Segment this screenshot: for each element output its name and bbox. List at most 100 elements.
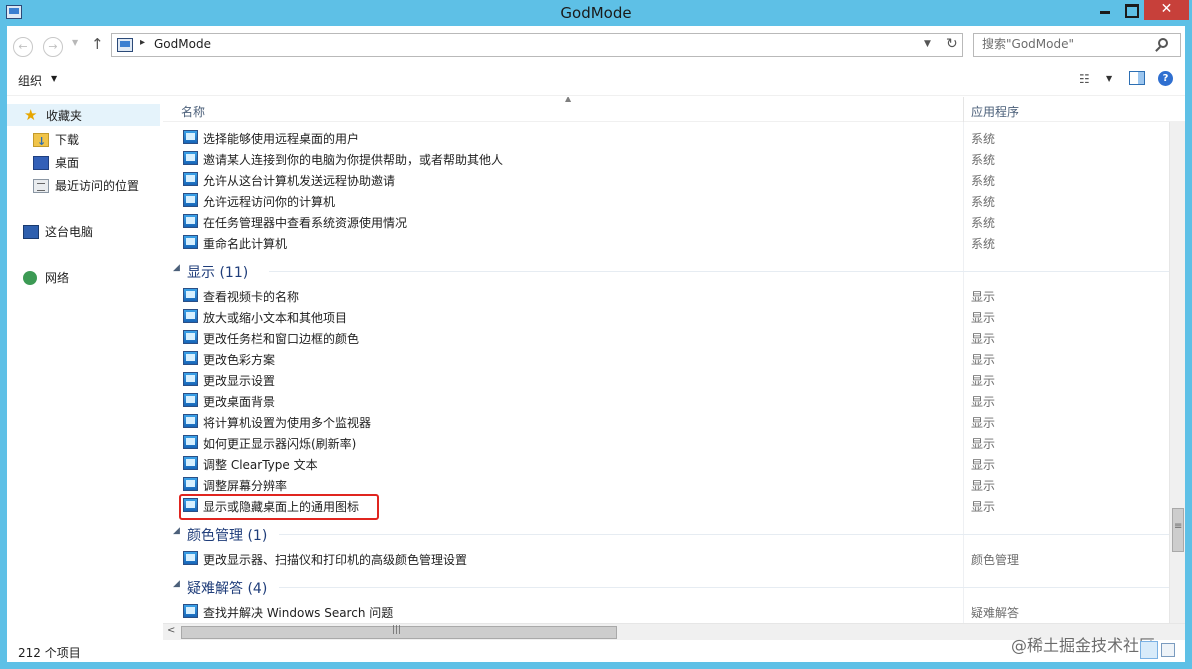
- collapse-group-icon[interactable]: ◢: [173, 263, 180, 273]
- sidebar-item-label: 收藏夹: [46, 109, 83, 123]
- large-icons-view-icon[interactable]: [1161, 643, 1175, 657]
- search-box[interactable]: [973, 33, 1181, 57]
- window-title: GodMode: [560, 4, 632, 22]
- column-application[interactable]: 应用程序: [971, 103, 1019, 120]
- item-count: 212 个项目: [18, 646, 81, 660]
- list-item[interactable]: 更改色彩方案 显示: [163, 348, 1163, 369]
- downloads-folder-icon: [33, 131, 49, 153]
- scroll-left-icon[interactable]: <: [167, 625, 175, 636]
- list-item[interactable]: 如何更正显示器闪烁(刷新率) 显示: [163, 432, 1163, 453]
- navigation-row: ← → ▼ ↑ ▸ GodMode ▼ ↻: [7, 26, 1185, 64]
- group-divider: [279, 534, 1171, 535]
- search-icon[interactable]: [1158, 38, 1168, 48]
- help-icon[interactable]: ?: [1158, 71, 1173, 86]
- color-management-icon: [183, 551, 198, 565]
- control-panel-icon: [183, 235, 198, 249]
- horizontal-scroll-thumb[interactable]: [181, 625, 617, 639]
- list-item[interactable]: 在任务管理器中查看系统资源使用情况 系统: [163, 211, 1163, 232]
- item-application: 疑难解答: [971, 606, 1020, 620]
- group-divider: [269, 271, 1171, 272]
- control-panel-icon: [183, 193, 198, 207]
- display-icon: [183, 393, 198, 407]
- item-name: 更改任务栏和窗口边框的颜色: [203, 332, 360, 346]
- organize-dropdown-icon[interactable]: ▼: [51, 74, 57, 83]
- back-button[interactable]: ←: [13, 37, 33, 57]
- item-name: 放大或缩小文本和其他项目: [203, 311, 348, 325]
- group-header-display[interactable]: ◢ 显示 (11): [163, 259, 1171, 283]
- display-icon: [183, 288, 198, 302]
- details-view-icon[interactable]: [1140, 641, 1158, 659]
- vertical-scrollbar[interactable]: [1169, 122, 1185, 623]
- display-icon: [183, 351, 198, 365]
- collapse-group-icon[interactable]: ◢: [173, 579, 180, 589]
- column-header: 名称 ▲ 应用程序: [163, 97, 1185, 122]
- list-item[interactable]: 放大或缩小文本和其他项目 显示: [163, 306, 1163, 327]
- control-panel-icon: [183, 130, 198, 144]
- vertical-scroll-thumb[interactable]: [1172, 508, 1184, 552]
- refresh-icon[interactable]: ↻: [946, 36, 958, 52]
- item-application: 显示: [971, 437, 996, 451]
- group-header-color-management[interactable]: ◢ 颜色管理 (1): [163, 522, 1171, 546]
- list-item[interactable]: 将计算机设置为使用多个监视器 显示: [163, 411, 1163, 432]
- list-item[interactable]: 查找并解决 Windows Search 问题 疑难解答: [163, 601, 1163, 622]
- list-item[interactable]: 重命名此计算机 系统: [163, 232, 1163, 253]
- up-button[interactable]: ↑: [91, 35, 104, 53]
- item-name: 允许从这台计算机发送远程协助邀请: [203, 174, 396, 188]
- list-item[interactable]: 更改显示设置 显示: [163, 369, 1163, 390]
- list-item[interactable]: 查看视频卡的名称 显示: [163, 285, 1163, 306]
- network-icon: [23, 271, 37, 285]
- item-name: 重命名此计算机: [203, 237, 288, 251]
- item-name: 选择能够使用远程桌面的用户: [203, 132, 360, 146]
- list-item[interactable]: 允许远程访问你的计算机 系统: [163, 190, 1163, 211]
- list-item[interactable]: 更改显示器、扫描仪和打印机的高级颜色管理设置 颜色管理: [163, 548, 1163, 569]
- address-bar[interactable]: ▸ GodMode ▼ ↻: [111, 33, 963, 57]
- group-title: 疑难解答 (4): [187, 581, 268, 597]
- item-name: 更改显示器、扫描仪和打印机的高级颜色管理设置: [203, 553, 468, 567]
- group-header-troubleshooting[interactable]: ◢ 疑难解答 (4): [163, 575, 1171, 599]
- item-name: 邀请某人连接到你的电脑为你提供帮助，或者帮助其他人: [203, 153, 504, 167]
- item-application: 显示: [971, 458, 996, 472]
- recent-locations-icon[interactable]: ▼: [72, 38, 78, 47]
- breadcrumb-godmode[interactable]: GodMode: [154, 37, 211, 51]
- list-item[interactable]: 允许从这台计算机发送远程协助邀请 系统: [163, 169, 1163, 190]
- control-panel-icon: [183, 172, 198, 186]
- sidebar-item-label: 网络: [45, 271, 70, 285]
- item-application: 颜色管理: [971, 553, 1020, 567]
- list-item[interactable]: 调整 ClearType 文本 显示: [163, 453, 1163, 474]
- view-options-dropdown-icon[interactable]: ▼: [1106, 74, 1112, 83]
- organize-button[interactable]: 组织: [18, 72, 42, 89]
- maximize-button[interactable]: [1118, 0, 1144, 20]
- display-icon: [183, 456, 198, 470]
- forward-button[interactable]: →: [43, 37, 63, 57]
- computer-icon: [23, 225, 39, 239]
- breadcrumb-arrow-icon[interactable]: ▸: [140, 37, 145, 48]
- column-divider[interactable]: [963, 97, 964, 122]
- list-item[interactable]: 邀请某人连接到你的电脑为你提供帮助，或者帮助其他人 系统: [163, 148, 1163, 169]
- title-bar[interactable]: GodMode ✕: [0, 0, 1192, 26]
- sidebar-item-favorites[interactable]: ★ 收藏夹: [7, 104, 160, 126]
- display-icon: [183, 414, 198, 428]
- desktop-icon: [33, 156, 49, 170]
- item-application: 显示: [971, 500, 996, 514]
- item-application: 显示: [971, 416, 996, 430]
- explorer-window: GodMode ✕ ← → ▼ ↑ ▸ GodMode ▼ ↻ 组织 ▼: [0, 0, 1192, 669]
- file-list: 名称 ▲ 应用程序 选择能够使用远程桌面的用户 系统 邀请某人连接到你的电脑为你提…: [163, 97, 1185, 623]
- item-application: 系统: [971, 153, 996, 167]
- red-highlight-box: [179, 494, 379, 520]
- change-view-icon[interactable]: ☷: [1079, 72, 1090, 86]
- close-button[interactable]: ✕: [1144, 0, 1189, 20]
- list-item[interactable]: 选择能够使用远程桌面的用户 系统: [163, 127, 1163, 148]
- display-icon: [183, 477, 198, 491]
- item-application: 显示: [971, 353, 996, 367]
- sidebar-item-label: 下载: [55, 133, 80, 147]
- search-input[interactable]: [982, 37, 1152, 51]
- navigation-pane: ★ 收藏夹 下载 桌面 最近访问的位置 这台电脑 网络: [7, 97, 162, 637]
- list-item[interactable]: 更改任务栏和窗口边框的颜色 显示: [163, 327, 1163, 348]
- minimize-button[interactable]: [1092, 0, 1118, 20]
- preview-pane-icon[interactable]: [1129, 71, 1145, 85]
- list-item[interactable]: 调整屏幕分辨率 显示: [163, 474, 1163, 495]
- address-dropdown-icon[interactable]: ▼: [924, 39, 931, 49]
- collapse-group-icon[interactable]: ◢: [173, 526, 180, 536]
- list-item[interactable]: 更改桌面背景 显示: [163, 390, 1163, 411]
- column-name[interactable]: 名称: [181, 103, 205, 120]
